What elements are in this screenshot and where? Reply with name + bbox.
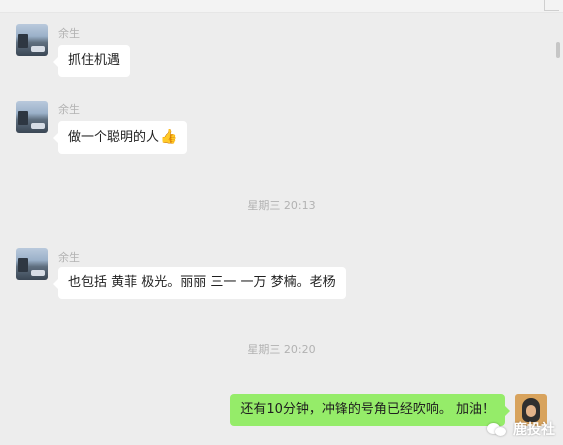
message-bubble[interactable]: 抓住机遇 [52, 45, 131, 77]
watermark: 鹿投社 [487, 419, 555, 439]
message-text: 抓住机遇 [68, 53, 121, 68]
sender-avatar[interactable] [16, 24, 48, 56]
sender-name: 余生 [58, 251, 80, 264]
avatar-image [16, 248, 48, 280]
message-text: 做一个聪明的人 [68, 130, 160, 145]
message-bubble[interactable]: 也包括 黄菲 极光。丽丽 三一 一万 梦楠。老杨 [53, 267, 346, 299]
avatar-image [16, 101, 48, 133]
chat-timestamp: 星期三 20:13 [247, 199, 316, 212]
avatar-image [16, 24, 48, 56]
window-top-bar [0, 0, 563, 13]
message-bubble[interactable]: 做一个聪明的人👍 [52, 121, 188, 154]
thumbs-up-icon: 👍 [160, 129, 178, 145]
scrollbar-thumb[interactable] [556, 42, 560, 58]
chat-timestamp: 星期三 20:20 [247, 343, 316, 356]
sender-avatar[interactable] [16, 101, 48, 133]
sender-avatar[interactable] [16, 248, 48, 280]
sender-name: 余生 [58, 27, 80, 40]
wechat-logo-icon [487, 421, 509, 437]
message-text: 也包括 黄菲 极光。丽丽 三一 一万 梦楠。老杨 [68, 275, 336, 290]
avatar-face [526, 405, 536, 417]
watermark-text: 鹿投社 [513, 422, 555, 438]
message-text: 还有10分钟，冲锋的号角已经吹响。 加油！ [240, 402, 495, 417]
window-corner-icon [544, 0, 559, 11]
my-message-bubble[interactable]: 还有10分钟，冲锋的号角已经吹响。 加油！ [230, 394, 510, 426]
sender-name: 余生 [58, 103, 80, 116]
